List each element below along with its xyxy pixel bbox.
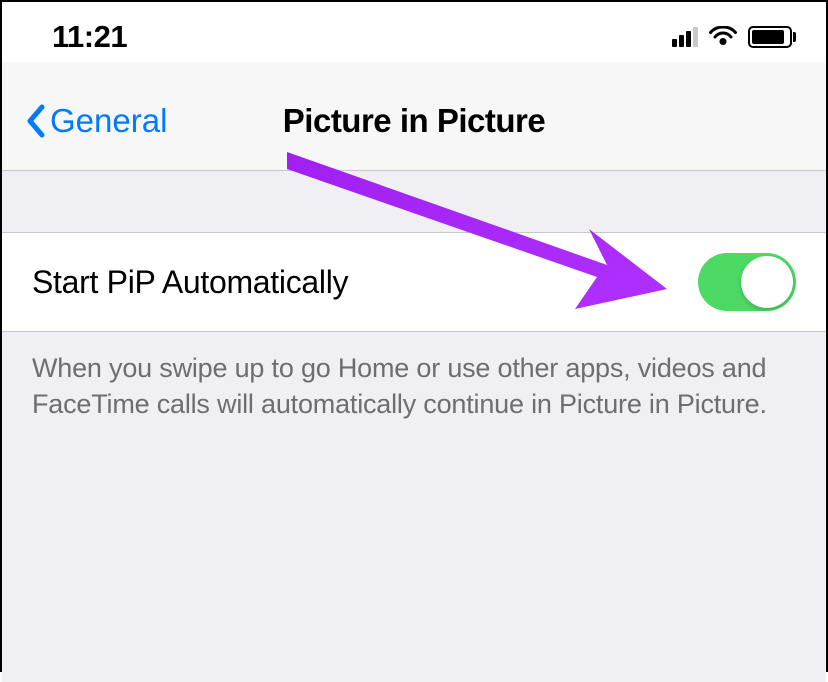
section-spacer [2,171,826,233]
page-title: Picture in Picture [283,102,545,140]
back-label: General [50,102,167,140]
navigation-header: General Picture in Picture [2,62,826,171]
pip-toggle-switch[interactable] [698,253,796,311]
battery-icon [748,26,796,48]
status-time: 11:21 [52,19,127,55]
status-bar: 11:21 [2,2,826,62]
chevron-left-icon [24,103,46,139]
setting-label: Start PiP Automatically [32,264,348,301]
wifi-icon [708,26,738,48]
toggle-knob [741,256,793,308]
setting-row-pip: Start PiP Automatically [2,233,826,332]
status-icons [672,26,796,48]
cellular-signal-icon [672,27,698,47]
description-area: When you swipe up to go Home or use othe… [2,332,826,682]
setting-description: When you swipe up to go Home or use othe… [32,350,796,423]
back-button[interactable]: General [24,102,167,140]
